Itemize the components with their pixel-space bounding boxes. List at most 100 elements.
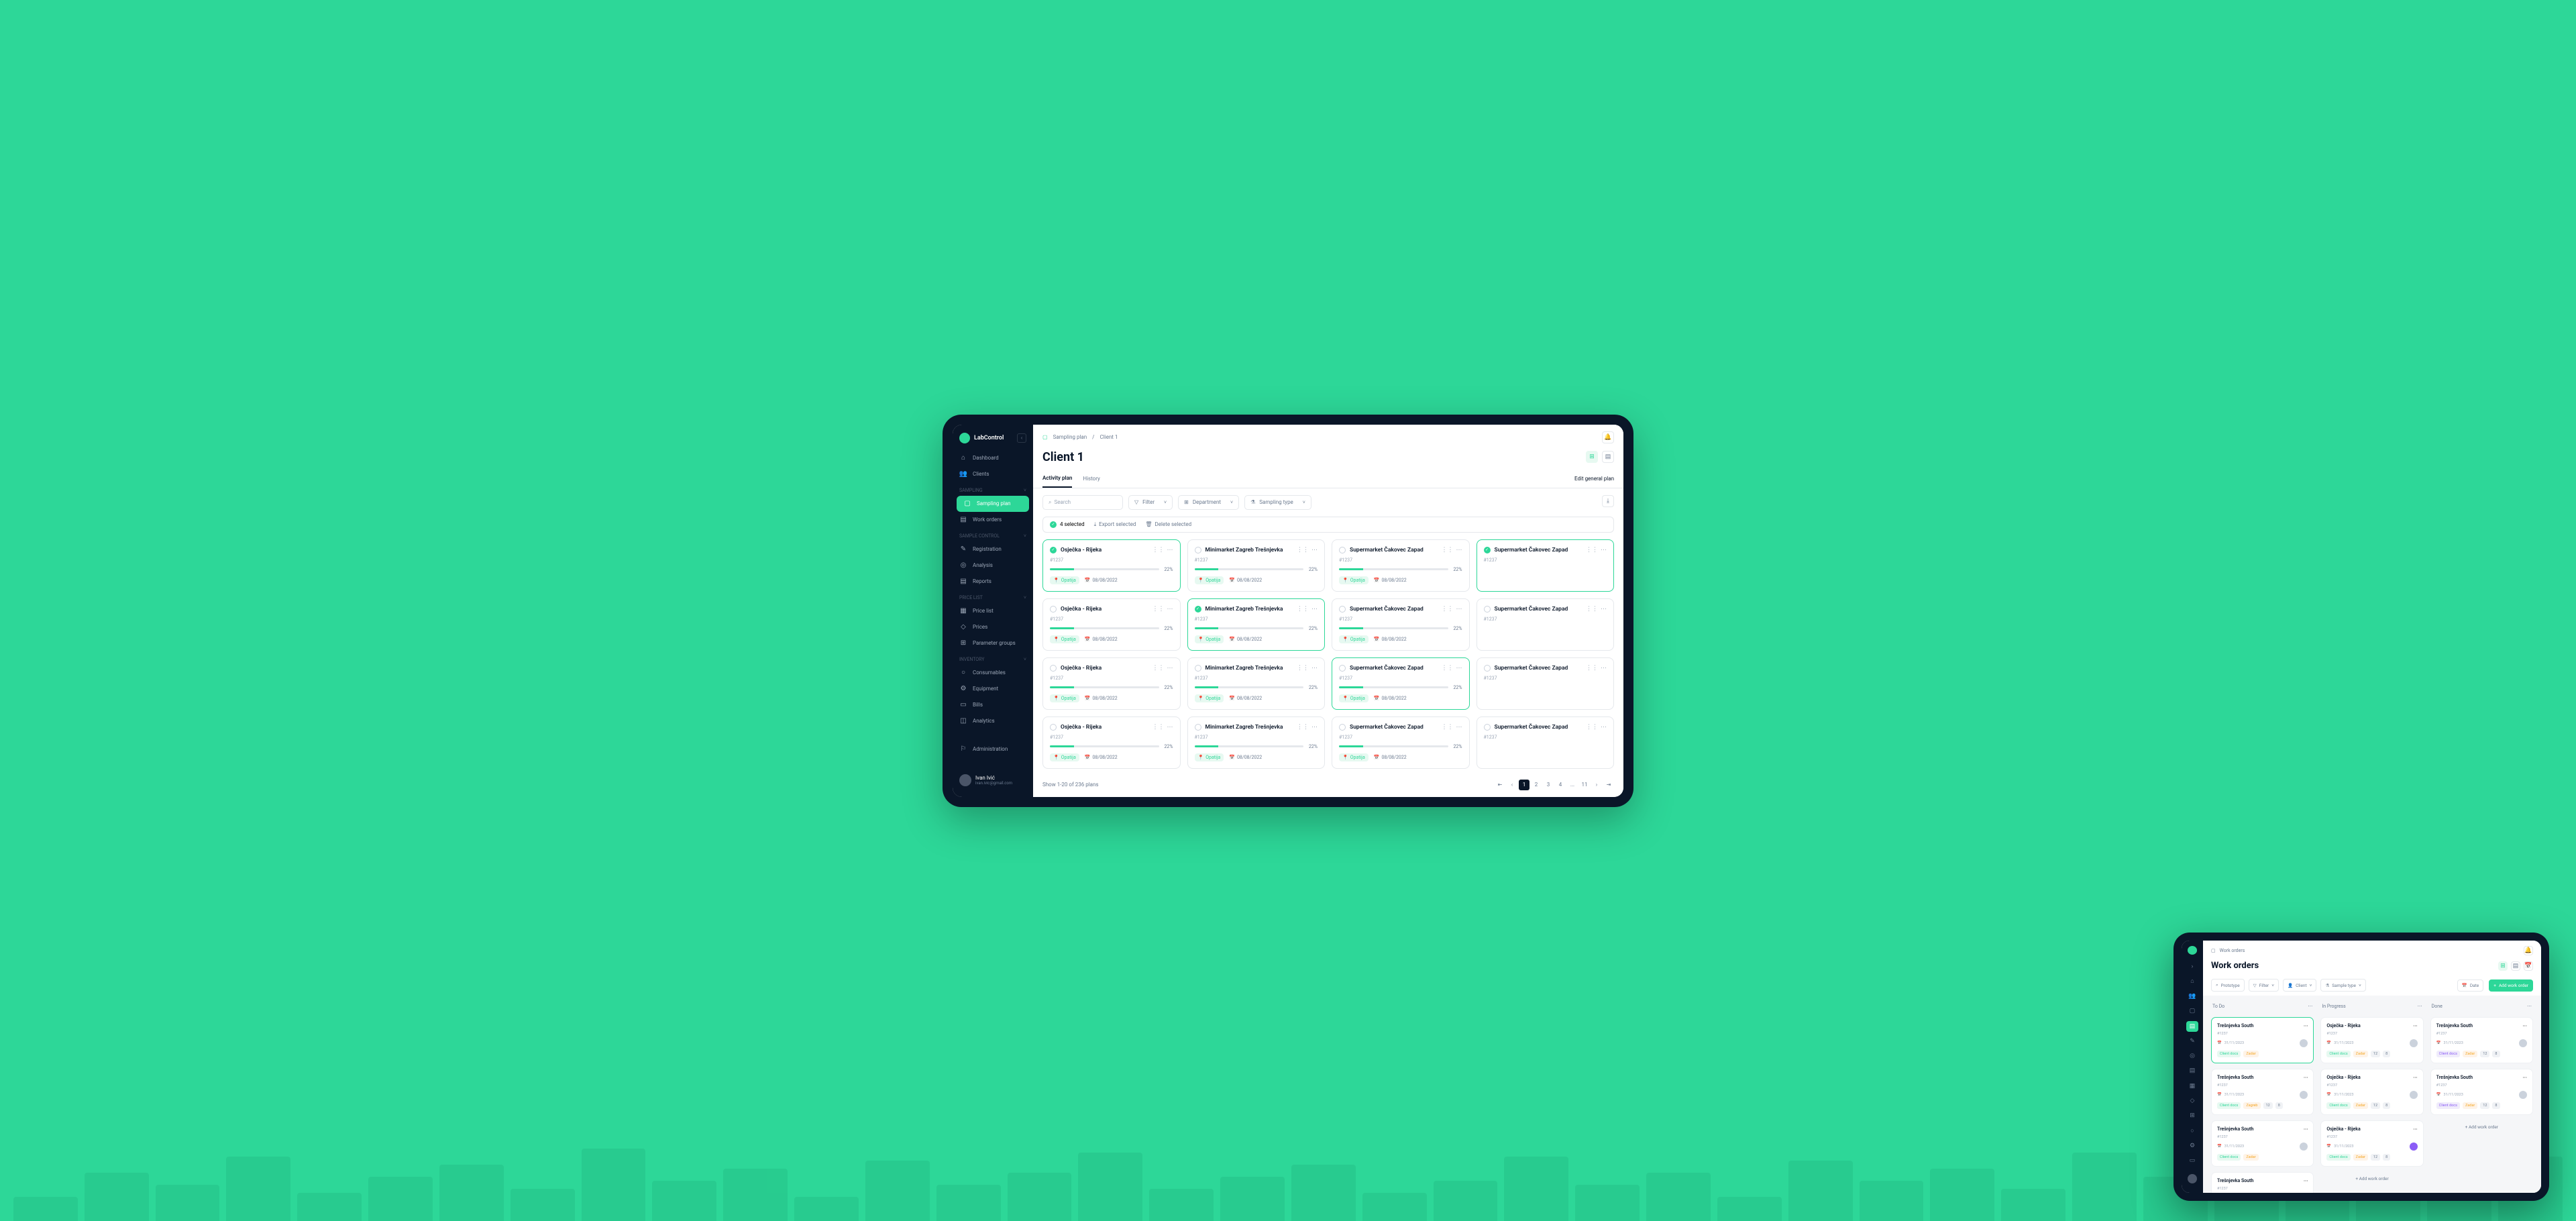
page-next-button[interactable]: › <box>1591 780 1602 790</box>
drag-handle-icon[interactable]: ⋮⋮ <box>1586 606 1598 613</box>
list-view-button[interactable]: ▤ <box>2511 961 2520 971</box>
section-inventory[interactable]: INVENTORY˅ <box>953 651 1033 665</box>
more-icon[interactable]: ⋯ <box>1167 665 1173 672</box>
drag-handle-icon[interactable]: ⋮⋮ <box>1297 606 1309 613</box>
nav-dashboard[interactable]: ⌂Dashboard <box>953 450 1033 466</box>
drag-handle-icon[interactable]: ⋮⋮ <box>1586 547 1598 553</box>
nav-work-orders[interactable]: ▤Work orders <box>953 512 1033 528</box>
drag-handle-icon[interactable]: ⋮⋮ <box>1152 724 1165 731</box>
nav-registration[interactable]: ✎ <box>2186 1036 2198 1047</box>
nav-parameter-groups[interactable]: ⊞Parameter groups <box>953 635 1033 651</box>
work-order-card[interactable]: Trešnjevka South⋯ #1237 📅31/11/2023 Clie… <box>2430 1017 2533 1063</box>
plan-card[interactable]: Osječka - Rijeka⋮⋮⋯ #1237 22% 📍Opatija📅0… <box>1042 598 1181 651</box>
nav-analytics[interactable]: ◫Analytics <box>953 713 1033 729</box>
nav-analysis[interactable]: ◎Analysis <box>953 558 1033 574</box>
search-input[interactable]: ⌕Search <box>1042 495 1123 510</box>
nav-equipment[interactable]: ⚙ <box>2186 1140 2198 1151</box>
nav-administration[interactable]: ⚐Administration <box>953 741 1033 757</box>
section-sampling[interactable]: SAMPLING˅ <box>953 482 1033 496</box>
work-order-card[interactable]: Osječka - Rijeka⋯ #1237 📅31/11/2023 Clie… <box>2320 1069 2423 1115</box>
user-profile[interactable]: Ivan Ivić ivan.ivic@gmail.com <box>953 769 1033 792</box>
column-menu-button[interactable]: ⋯ <box>2308 1004 2312 1009</box>
breadcrumb-parent[interactable]: Sampling plan <box>1053 434 1087 440</box>
page-first-button[interactable]: ⇤ <box>1495 780 1505 790</box>
checkbox[interactable]: ✓ <box>1195 606 1201 613</box>
search-input[interactable]: ⌕Prototype <box>2211 979 2245 992</box>
department-dropdown[interactable]: ⊞Department˅ <box>1178 495 1239 510</box>
drag-handle-icon[interactable]: ⋮⋮ <box>1442 606 1454 613</box>
more-icon[interactable]: ⋯ <box>1456 724 1462 731</box>
checkbox[interactable] <box>1050 724 1057 731</box>
page-prev-button[interactable]: ‹ <box>1507 780 1517 790</box>
edit-general-plan-link[interactable]: Edit general plan <box>1574 476 1614 482</box>
more-icon[interactable]: ⋯ <box>2413 1126 2418 1132</box>
drag-handle-icon[interactable]: ⋮⋮ <box>1442 547 1454 553</box>
nav-reports[interactable]: ▤ <box>2186 1065 2198 1076</box>
export-selected-button[interactable]: ⤓Export selected <box>1094 521 1136 528</box>
nav-work-orders[interactable]: ▤ <box>2186 1021 2198 1032</box>
user-profile[interactable] <box>2184 1170 2201 1187</box>
drag-handle-icon[interactable]: ⋮⋮ <box>1586 665 1598 672</box>
checkbox[interactable] <box>1484 665 1491 672</box>
drag-handle-icon[interactable]: ⋮⋮ <box>1442 724 1454 731</box>
nav-clients[interactable]: 👥 <box>2186 991 2198 1002</box>
drag-handle-icon[interactable]: ⋮⋮ <box>1442 665 1454 672</box>
plan-card[interactable]: ✓Minimarket Zagreb Trešnjevka⋮⋮⋯ #1237 2… <box>1187 598 1326 651</box>
more-icon[interactable]: ⋯ <box>2413 1023 2418 1028</box>
nav-price-list[interactable]: ▦ <box>2186 1081 2198 1092</box>
nav-dashboard[interactable]: ⌂ <box>2186 976 2198 987</box>
sampling-type-dropdown[interactable]: ⚗Sampling type˅ <box>1244 495 1311 510</box>
drag-handle-icon[interactable]: ⋮⋮ <box>1152 547 1165 553</box>
section-sample-control[interactable]: SAMPLE CONTROL˅ <box>953 528 1033 541</box>
work-order-card[interactable]: Trešnjevka South⋯ #1237 📅31/11/2023 Clie… <box>2211 1069 2314 1115</box>
more-icon[interactable]: ⋯ <box>2304 1023 2308 1028</box>
drag-handle-icon[interactable]: ⋮⋮ <box>1297 547 1309 553</box>
checkbox[interactable]: ✓ <box>1050 547 1057 553</box>
nav-reports[interactable]: ▤Reports <box>953 574 1033 590</box>
add-work-order-button[interactable]: + Add work order <box>2430 1120 2533 1134</box>
plan-card[interactable]: Supermarket Čakovec Zapad⋮⋮⋯ #1237 22% 📍… <box>1332 539 1470 592</box>
page-last-button[interactable]: ⇥ <box>1603 780 1614 790</box>
plan-card[interactable]: Osječka - Rijeka⋮⋮⋯ #1237 22% 📍Opatija📅0… <box>1042 657 1181 710</box>
checkbox[interactable] <box>1484 606 1491 613</box>
more-icon[interactable]: ⋯ <box>1601 665 1607 672</box>
more-icon[interactable]: ⋯ <box>1311 547 1318 553</box>
nav-analysis[interactable]: ◎ <box>2186 1051 2198 1061</box>
nav-prices[interactable]: ◇Prices <box>953 619 1033 635</box>
list-view-button[interactable]: ▤ <box>1602 451 1614 463</box>
plan-card[interactable]: Supermarket Čakovec Zapad⋮⋮⋯ #1237 22% 📍… <box>1332 598 1470 651</box>
checkbox[interactable] <box>1339 665 1346 672</box>
plan-card[interactable]: Minimarket Zagreb Trešnjevka⋮⋮⋯ #1237 22… <box>1187 716 1326 769</box>
page-number[interactable]: 11 <box>1579 780 1590 790</box>
checkbox[interactable] <box>1195 547 1201 553</box>
tab-history[interactable]: History <box>1083 470 1099 487</box>
plan-card[interactable]: ✓Osječka - Rijeka⋮⋮⋯ #1237 22% 📍Opatija📅… <box>1042 539 1181 592</box>
nav-clients[interactable]: 👥Clients <box>953 466 1033 482</box>
more-icon[interactable]: ⋯ <box>1456 665 1462 672</box>
sidebar-expand-button[interactable]: › <box>2186 961 2198 972</box>
more-icon[interactable]: ⋯ <box>1311 606 1318 613</box>
plan-card[interactable]: Supermarket Čakovec Zapad⋮⋮⋯ #1237 <box>1477 598 1615 651</box>
plan-card[interactable]: Minimarket Zagreb Trešnjevka⋮⋮⋯ #1237 22… <box>1187 539 1326 592</box>
notifications-button[interactable]: 🔔 <box>1602 431 1614 443</box>
delete-selected-button[interactable]: 🗑Delete selected <box>1145 521 1191 527</box>
plan-card[interactable]: Minimarket Zagreb Trešnjevka⋮⋮⋯ #1237 22… <box>1187 657 1326 710</box>
work-order-card[interactable]: Trešnjevka South⋯ #1237 📅31/11/2023 Clie… <box>2211 1017 2314 1063</box>
drag-handle-icon[interactable]: ⋮⋮ <box>1586 724 1598 731</box>
column-menu-button[interactable]: ⋯ <box>2527 1004 2532 1009</box>
more-icon[interactable]: ⋯ <box>2304 1126 2308 1132</box>
section-price-list[interactable]: PRICE LIST˅ <box>953 590 1033 603</box>
more-icon[interactable]: ⋯ <box>2522 1075 2527 1080</box>
more-icon[interactable]: ⋯ <box>1601 606 1607 613</box>
plan-card[interactable]: Osječka - Rijeka⋮⋮⋯ #1237 22% 📍Opatija📅0… <box>1042 716 1181 769</box>
work-order-card[interactable]: Trešnjevka South⋯ #1237 📅31/11/2023 Clie… <box>2430 1069 2533 1115</box>
sidebar-collapse-button[interactable]: ‹ <box>1017 433 1026 443</box>
nav-registration[interactable]: ✎Registration <box>953 541 1033 558</box>
client-dropdown[interactable]: 👤Client˅ <box>2283 979 2316 992</box>
nav-price-list[interactable]: ▦Price list <box>953 603 1033 619</box>
checkbox[interactable] <box>1050 665 1057 672</box>
more-icon[interactable]: ⋯ <box>1601 547 1607 553</box>
drag-handle-icon[interactable]: ⋮⋮ <box>1152 665 1165 672</box>
nav-sampling-plan[interactable]: ▢ <box>2186 1006 2198 1016</box>
nav-equipment[interactable]: ⚙Equipment <box>953 681 1033 697</box>
